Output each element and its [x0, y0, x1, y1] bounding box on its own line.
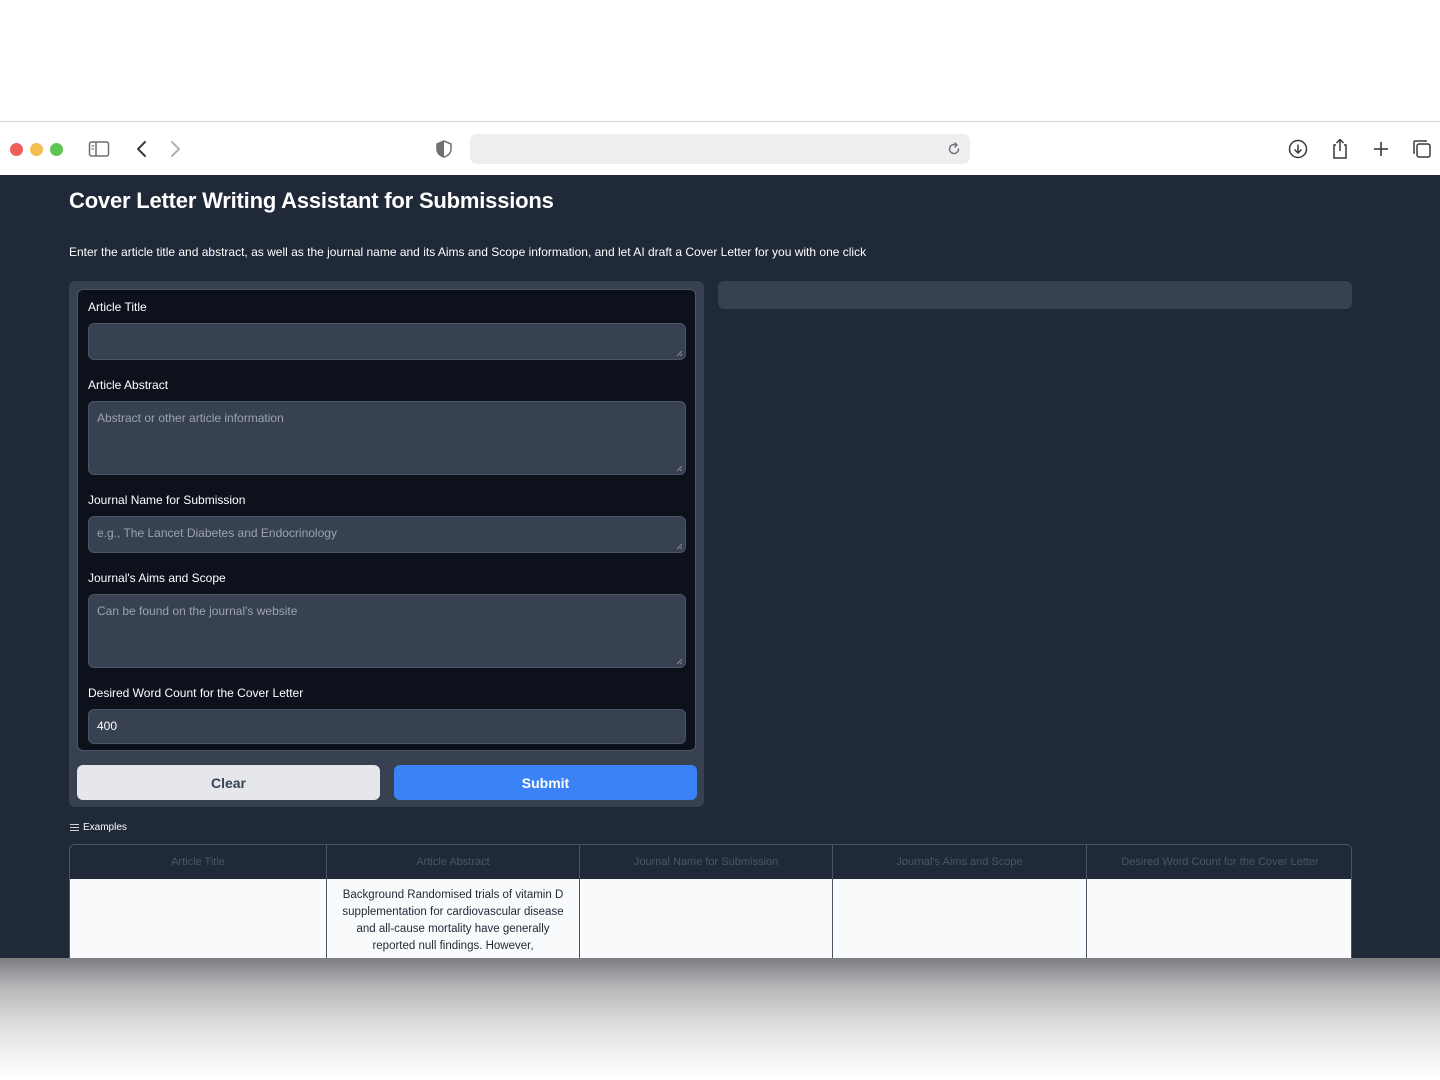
aims-scope-label: Journal's Aims and Scope: [88, 571, 226, 585]
examples-header: Examples: [70, 822, 127, 833]
table-cell[interactable]: [1087, 879, 1351, 958]
aims-scope-input[interactable]: Can be found on the journal's website: [88, 594, 686, 668]
article-abstract-input[interactable]: Abstract or other article information: [88, 401, 686, 475]
article-title-input[interactable]: [88, 323, 686, 360]
window-shadow: [0, 958, 1440, 1080]
input-form-panel: Article Title Article Abstract Abstract …: [69, 281, 704, 807]
new-tab-icon[interactable]: [1367, 135, 1395, 163]
word-count-input[interactable]: 400: [88, 709, 686, 744]
form-fields-block: Article Title Article Abstract Abstract …: [77, 289, 696, 751]
table-cell[interactable]: [580, 879, 833, 958]
column-header: Journal Name for Submission: [580, 845, 833, 879]
web-page: Cover Letter Writing Assistant for Submi…: [0, 175, 1440, 958]
list-icon: [70, 824, 79, 831]
examples-table-header: Article Title Article Abstract Journal N…: [70, 845, 1351, 879]
cell-text: [833, 879, 1086, 895]
output-textbox[interactable]: [718, 281, 1352, 309]
resize-handle-icon[interactable]: [676, 658, 683, 665]
word-count-label: Desired Word Count for the Cover Letter: [88, 686, 304, 700]
browser-toolbar: [0, 123, 1440, 175]
examples-table: Article Title Article Abstract Journal N…: [69, 844, 1352, 958]
address-bar[interactable]: [470, 134, 970, 164]
article-title-label: Article Title: [88, 300, 147, 314]
column-header: Journal's Aims and Scope: [833, 845, 1087, 879]
cell-text: Background Randomised trials of vitamin …: [342, 889, 564, 952]
resize-handle-icon[interactable]: [676, 465, 683, 472]
sidebar-icon[interactable]: [85, 135, 113, 163]
tabs-overview-icon[interactable]: [1408, 135, 1436, 163]
journal-name-input[interactable]: e.g., The Lancet Diabetes and Endocrinol…: [88, 516, 686, 553]
share-icon[interactable]: [1326, 135, 1354, 163]
word-count-value: 400: [97, 719, 118, 733]
shield-icon[interactable]: [430, 135, 458, 163]
cell-text: [1087, 879, 1351, 895]
screen-top-margin: [0, 0, 1440, 122]
article-abstract-label: Article Abstract: [88, 378, 169, 392]
column-header: Desired Word Count for the Cover Letter: [1121, 856, 1319, 868]
clear-button[interactable]: Clear: [77, 765, 380, 800]
forward-icon[interactable]: [161, 135, 189, 163]
aims-scope-placeholder: Can be found on the journal's website: [97, 604, 298, 618]
resize-handle-icon[interactable]: [676, 543, 683, 550]
table-cell[interactable]: [70, 879, 327, 958]
table-cell[interactable]: [833, 879, 1087, 958]
maximize-window-button[interactable]: [50, 143, 63, 156]
table-row[interactable]: Background Randomised trials of vitamin …: [70, 879, 1351, 958]
examples-label: Examples: [83, 822, 127, 833]
resize-handle-icon[interactable]: [676, 350, 683, 357]
cell-text: [580, 879, 832, 895]
page-title: Cover Letter Writing Assistant for Submi…: [69, 188, 554, 213]
download-icon[interactable]: [1284, 135, 1312, 163]
minimize-window-button[interactable]: [30, 143, 43, 156]
reload-icon[interactable]: [944, 139, 964, 159]
cell-text: [70, 879, 326, 895]
column-header: Article Title: [70, 845, 327, 879]
submit-button[interactable]: Submit: [394, 765, 697, 800]
journal-name-label: Journal Name for Submission: [88, 493, 246, 507]
table-cell[interactable]: Background Randomised trials of vitamin …: [327, 879, 580, 958]
journal-name-placeholder: e.g., The Lancet Diabetes and Endocrinol…: [97, 526, 337, 540]
back-icon[interactable]: [128, 135, 156, 163]
page-description: Enter the article title and abstract, as…: [69, 245, 867, 259]
column-header: Article Abstract: [327, 845, 580, 879]
close-window-button[interactable]: [10, 143, 23, 156]
article-abstract-placeholder: Abstract or other article information: [97, 411, 284, 425]
